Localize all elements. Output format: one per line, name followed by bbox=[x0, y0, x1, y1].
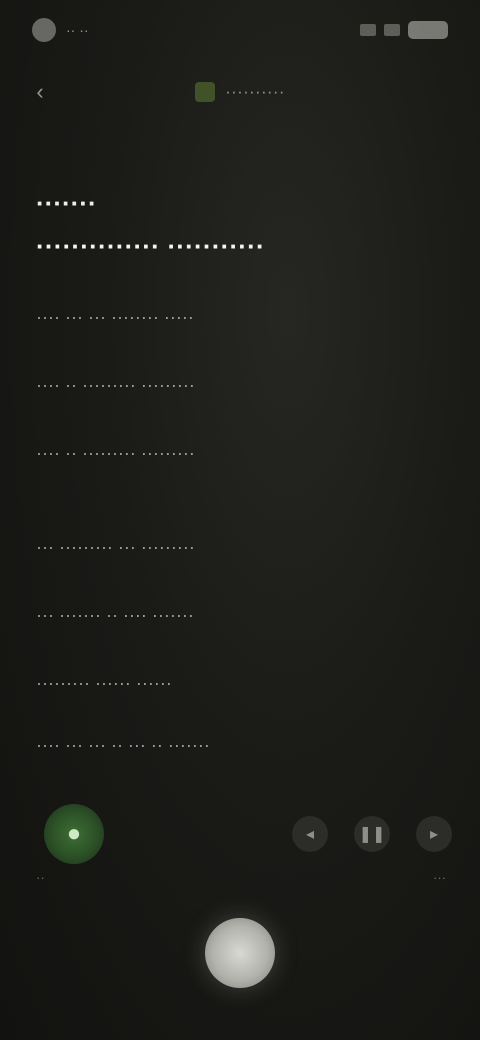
headline: ······· ·············· ··········· bbox=[36, 188, 440, 262]
control-labels: ·· ··· bbox=[36, 870, 446, 885]
transcript-line: ··· ········· ··· ········· bbox=[36, 537, 195, 557]
status-time: ·· ·· bbox=[66, 22, 89, 38]
wifi-icon bbox=[384, 24, 400, 36]
transcript-line: ···· ·· ········· ········· bbox=[36, 375, 195, 395]
home-button[interactable] bbox=[205, 918, 275, 988]
prev-icon[interactable]: ◂ bbox=[292, 816, 328, 852]
headline-line-2: ·············· ··········· bbox=[36, 231, 265, 261]
transcript-lines: ···· ··· ··· ········ ····· ···· ·· ····… bbox=[36, 300, 440, 762]
playback-controls: ● ◂ ❚❚ ▸ bbox=[44, 802, 452, 866]
back-arrow-icon[interactable]: ‹ bbox=[24, 76, 56, 108]
transcript-line: ···· ·· ········· ········· bbox=[36, 443, 195, 463]
page-title: ·········· bbox=[225, 82, 285, 101]
next-icon[interactable]: ▸ bbox=[416, 816, 452, 852]
status-right bbox=[360, 21, 448, 39]
secondary-controls: ◂ ❚❚ ▸ bbox=[292, 816, 452, 852]
mic-icon[interactable]: ● bbox=[44, 804, 104, 864]
transcript-line: ···· ··· ··· ········ ····· bbox=[36, 307, 194, 327]
app-logo-icon bbox=[195, 82, 216, 102]
transcript-line: ··· ······· ·· ···· ······· bbox=[36, 605, 194, 625]
right-control-label: ··· bbox=[433, 870, 446, 885]
transcript-line: ···· ··· ··· ·· ··· ·· ······· bbox=[36, 735, 210, 755]
top-bar: ‹ ·········· bbox=[20, 72, 460, 112]
transcript-line: ········· ······ ······ bbox=[36, 673, 172, 693]
app-screen: ·· ·· ‹ ·········· ······· ·············… bbox=[0, 0, 480, 1040]
left-control-label: ·· bbox=[36, 870, 45, 885]
title-wrap: ·········· bbox=[195, 82, 285, 102]
pause-icon[interactable]: ❚❚ bbox=[354, 816, 390, 852]
signal-icon bbox=[360, 24, 376, 36]
headline-line-1: ······· bbox=[36, 188, 97, 218]
notification-icon bbox=[32, 18, 56, 42]
status-bar: ·· ·· bbox=[32, 14, 448, 46]
battery-icon bbox=[408, 21, 448, 39]
status-left: ·· ·· bbox=[32, 18, 89, 42]
